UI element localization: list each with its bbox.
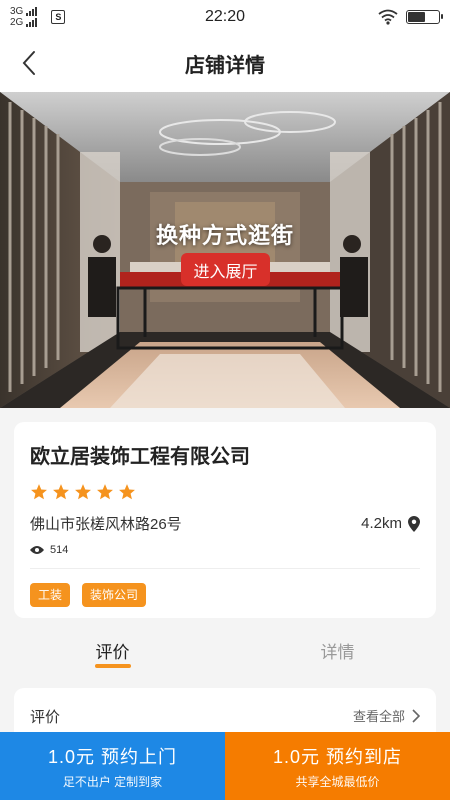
- tab-reviews-label: 评价: [95, 643, 130, 662]
- book-home-visit-button[interactable]: 1.0元 预约上门 足不出户 定制到家: [0, 732, 225, 800]
- review-section-title: 评价: [30, 709, 61, 726]
- distance-value: 4.2km: [361, 515, 402, 532]
- star-icon: [97, 484, 113, 500]
- star-icon: [75, 484, 91, 500]
- chevron-left-icon: [22, 51, 35, 75]
- sim-label: S: [55, 12, 62, 22]
- chevron-right-icon: [412, 708, 420, 723]
- wifi-icon: [378, 9, 398, 25]
- store-tags: 工装 装饰公司: [30, 583, 420, 607]
- book-home-visit-label: 1.0元 预约上门: [47, 746, 178, 767]
- battery-icon: [406, 10, 443, 24]
- signal-bars-icon: [26, 7, 38, 16]
- book-store-visit-label: 1.0元 预约到店: [272, 746, 403, 767]
- signal-bars-icon: [26, 18, 38, 27]
- tab-reviews[interactable]: 评价: [0, 630, 225, 674]
- eye-icon: [30, 546, 44, 554]
- tag-gongzhuang[interactable]: 工装: [30, 583, 71, 607]
- see-all-reviews-link[interactable]: 查看全部: [353, 706, 420, 725]
- store-address: 佛山市张槎风林路26号: [30, 516, 182, 533]
- book-home-visit-sub: 足不出户 定制到家: [62, 774, 163, 789]
- banner-title: 换种方式逛街: [155, 223, 294, 248]
- back-button[interactable]: [12, 46, 46, 80]
- book-store-visit-button[interactable]: 1.0元 预约到店 共享全城最低价: [225, 732, 450, 800]
- star-rating: [30, 483, 420, 501]
- top-nav-bar: 店铺详情: [0, 34, 450, 92]
- divider: [30, 568, 420, 569]
- page-title: 店铺详情: [185, 54, 265, 77]
- tab-details[interactable]: 详情: [225, 630, 450, 674]
- tab-details-label: 详情: [320, 643, 355, 662]
- content-tabs: 评价 详情: [0, 630, 450, 674]
- network-type-2: 2G: [10, 17, 24, 28]
- tab-indicator: [95, 664, 131, 668]
- star-icon: [31, 484, 47, 500]
- distance-locate[interactable]: 4.2km: [361, 515, 420, 532]
- star-icon: [119, 484, 135, 500]
- tag-decoration-company[interactable]: 装饰公司: [82, 583, 147, 607]
- enter-showroom-button[interactable]: 进入展厅: [181, 253, 270, 286]
- store-name: 欧立居装饰工程有限公司: [30, 446, 250, 468]
- bottom-action-bar: 1.0元 预约上门 足不出户 定制到家 1.0元 预约到店 共享全城最低价: [0, 732, 450, 800]
- showroom-photo: [0, 92, 450, 408]
- view-count: 514: [30, 544, 420, 556]
- star-icon: [53, 484, 69, 500]
- network-indicator: 3G 2G: [10, 6, 38, 28]
- see-all-label: 查看全部: [352, 709, 405, 724]
- network-type-1: 3G: [10, 6, 24, 17]
- sim-icon: S: [51, 10, 66, 24]
- book-store-visit-sub: 共享全城最低价: [295, 774, 380, 789]
- status-bar: 3G 2G S 22:20: [0, 0, 450, 34]
- view-count-value: 514: [50, 544, 69, 556]
- store-info-card: 欧立居装饰工程有限公司 佛山市张槎风林路26号 4.2km 514 工装 装饰公…: [14, 422, 436, 618]
- showroom-banner[interactable]: 换种方式逛街 进入展厅: [0, 92, 450, 408]
- location-pin-icon: [408, 515, 420, 532]
